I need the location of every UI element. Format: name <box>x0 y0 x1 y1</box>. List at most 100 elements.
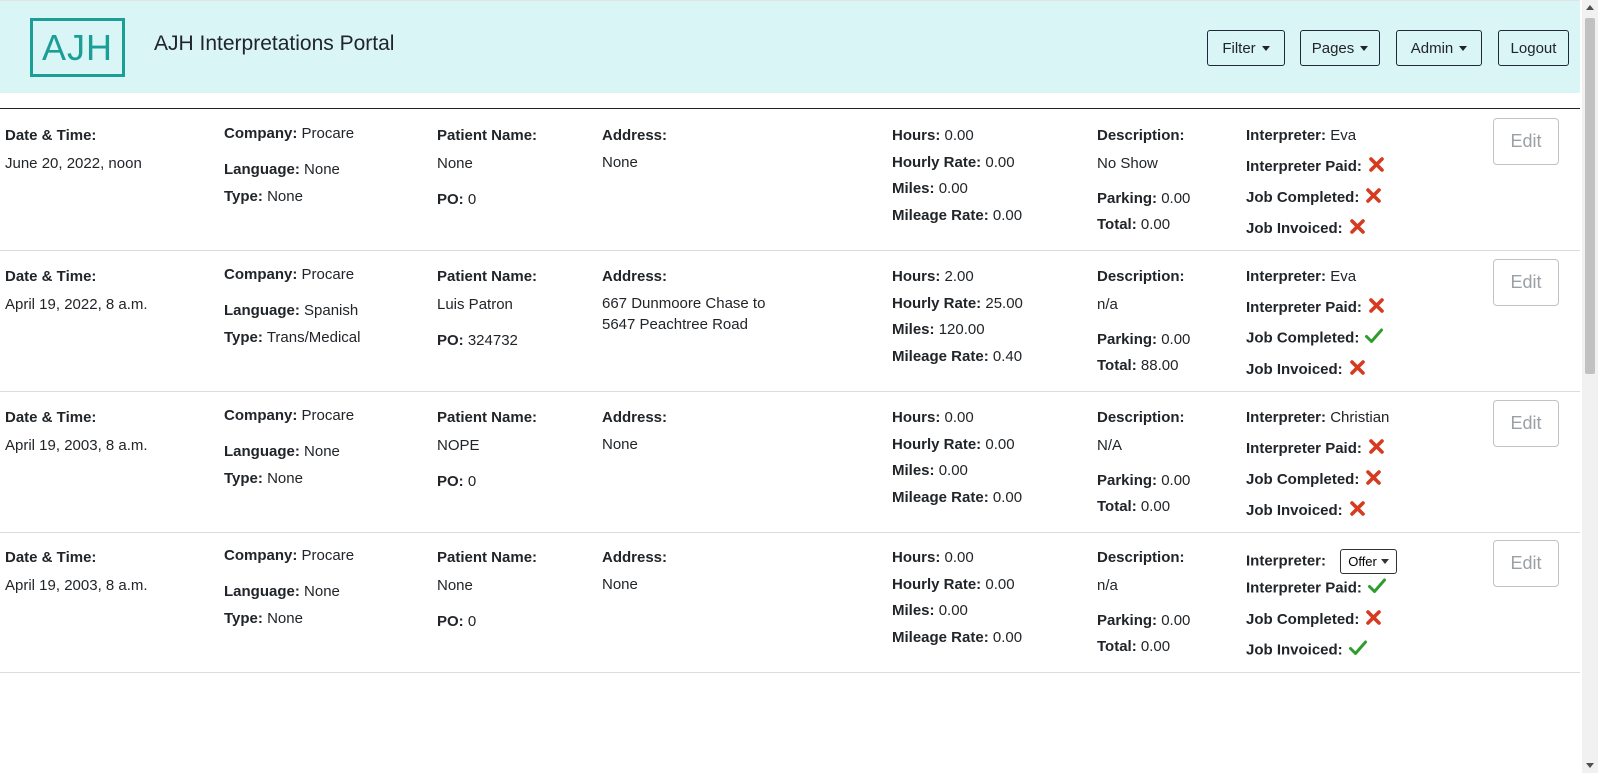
admin-button-label: Admin <box>1410 39 1454 57</box>
patient-value: None <box>437 577 473 594</box>
job-completed-label: Job Completed: <box>1246 610 1360 628</box>
address-value: None <box>602 154 638 171</box>
address-label: Address: <box>602 549 668 566</box>
job-invoiced-label: Job Invoiced: <box>1246 641 1343 659</box>
hours-field: Hours: 2.00 <box>892 268 974 286</box>
type-value: None <box>267 470 303 487</box>
patient-value: None <box>437 155 473 172</box>
interpreter-field: Interpreter: Christian <box>1246 409 1389 427</box>
type-value: None <box>267 610 303 627</box>
total-field: Total: 88.00 <box>1097 357 1178 375</box>
filter-dropdown-button[interactable]: Filter <box>1207 30 1285 66</box>
parking-label: Parking: <box>1097 472 1158 489</box>
mileage-rate-label: Mileage Rate: <box>892 489 989 506</box>
type-field: Type: Trans/Medical <box>224 329 360 347</box>
admin-dropdown-button[interactable]: Admin <box>1396 30 1482 66</box>
datetime-label: Date & Time: <box>5 127 97 144</box>
total-value: 88.00 <box>1140 357 1179 374</box>
pages-button-label: Pages <box>1311 39 1355 57</box>
edit-button[interactable]: Edit <box>1493 259 1559 306</box>
total-field: Total: 0.00 <box>1097 498 1170 516</box>
scroll-up-arrow-icon[interactable] <box>1586 5 1594 10</box>
po-label: PO: <box>437 191 464 208</box>
job-completed-field: Job Completed: <box>1246 469 1382 491</box>
interpreter-offer-dropdown[interactable]: Offer <box>1340 549 1397 574</box>
language-label: Language: <box>224 161 300 178</box>
scroll-down-arrow-icon[interactable] <box>1586 763 1594 768</box>
type-label: Type: <box>224 329 263 346</box>
parking-field: Parking: 0.00 <box>1097 472 1190 490</box>
interpreter-value: Eva <box>1330 268 1357 285</box>
interpreter-label: Interpreter: <box>1246 409 1327 426</box>
company-value: Procare <box>301 266 355 283</box>
red-x-icon <box>1349 359 1366 381</box>
po-field: PO: 0 <box>437 613 476 631</box>
red-x-icon <box>1368 438 1385 460</box>
po-label: PO: <box>437 613 464 630</box>
po-value: 0 <box>467 613 477 630</box>
description-value: n/a <box>1097 296 1118 313</box>
pages-dropdown-button[interactable]: Pages <box>1300 30 1380 66</box>
job-invoiced-field: Job Invoiced: <box>1246 359 1366 381</box>
edit-button-label: Edit <box>1510 553 1542 573</box>
edit-button[interactable]: Edit <box>1493 540 1559 587</box>
job-invoiced-label: Job Invoiced: <box>1246 360 1343 378</box>
mileage-rate-value: 0.40 <box>992 348 1023 365</box>
caret-down-icon <box>1360 45 1369 51</box>
company-value: Procare <box>301 547 355 564</box>
description-value: No Show <box>1097 155 1158 172</box>
hourly-rate-value: 0.00 <box>985 154 1015 171</box>
total-label: Total: <box>1097 638 1137 655</box>
hours-label: Hours: <box>892 127 941 144</box>
total-value: 0.00 <box>1140 498 1171 515</box>
edit-button[interactable]: Edit <box>1493 400 1559 447</box>
filter-button-label: Filter <box>1222 39 1256 57</box>
miles-field: Miles: 0.00 <box>892 462 968 480</box>
edit-button[interactable]: Edit <box>1493 118 1559 165</box>
miles-value: 0.00 <box>938 602 968 619</box>
ajh-logo[interactable]: AJH <box>30 18 125 77</box>
vertical-scrollbar[interactable] <box>1582 0 1598 773</box>
miles-value: 120.00 <box>938 321 985 338</box>
language-field: Language: None <box>224 583 340 601</box>
job-invoiced-field: Job Invoiced: <box>1246 640 1367 661</box>
red-x-icon <box>1349 218 1366 240</box>
language-value: None <box>304 583 340 600</box>
red-x-icon <box>1365 187 1382 209</box>
job-row: Date & Time: April 19, 2003, 8 a.m. Comp… <box>0 391 1580 533</box>
scrollbar-thumb[interactable] <box>1585 18 1595 374</box>
company-field: Company: Procare <box>224 407 354 425</box>
mileage-rate-label: Mileage Rate: <box>892 629 989 646</box>
miles-value: 0.00 <box>938 180 968 197</box>
mileage-rate-field: Mileage Rate: 0.40 <box>892 348 1022 366</box>
miles-field: Miles: 120.00 <box>892 321 985 339</box>
company-label: Company: <box>224 407 298 424</box>
hours-field: Hours: 0.00 <box>892 127 974 145</box>
logout-button[interactable]: Logout <box>1498 30 1569 66</box>
miles-label: Miles: <box>892 180 935 197</box>
job-completed-field: Job Completed: <box>1246 187 1382 209</box>
address-value: None <box>602 436 638 453</box>
address-value: None <box>602 576 638 593</box>
interpreter-label: Interpreter: <box>1246 268 1327 285</box>
hourly-rate-value: 0.00 <box>985 576 1015 593</box>
job-invoiced-label: Job Invoiced: <box>1246 219 1343 237</box>
hourly-rate-field: Hourly Rate: 25.00 <box>892 295 1023 313</box>
parking-value: 0.00 <box>1161 190 1191 207</box>
miles-field: Miles: 0.00 <box>892 180 968 198</box>
company-field: Company: Procare <box>224 125 354 143</box>
type-label: Type: <box>224 610 263 627</box>
hours-label: Hours: <box>892 268 941 285</box>
hourly-rate-value: 0.00 <box>985 436 1015 453</box>
language-value: None <box>304 161 340 178</box>
mileage-rate-value: 0.00 <box>992 629 1023 646</box>
datetime-label: Date & Time: <box>5 268 97 285</box>
company-label: Company: <box>224 266 298 283</box>
miles-label: Miles: <box>892 462 935 479</box>
hourly-rate-label: Hourly Rate: <box>892 154 982 171</box>
interpreter-paid-label: Interpreter Paid: <box>1246 579 1362 597</box>
patient-label: Patient Name: <box>437 127 538 144</box>
parking-label: Parking: <box>1097 612 1158 629</box>
red-x-icon <box>1365 469 1382 491</box>
hourly-rate-label: Hourly Rate: <box>892 576 982 593</box>
